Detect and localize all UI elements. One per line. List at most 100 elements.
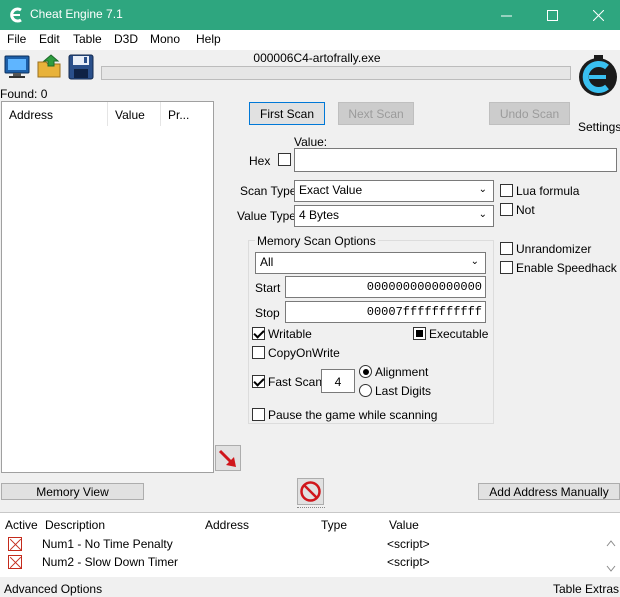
pause-game-label: Pause the game while scanning (268, 408, 438, 422)
computer-icon (4, 55, 30, 78)
column-header-active[interactable]: Active (5, 518, 38, 532)
memory-region-value: All (260, 255, 274, 269)
found-address-list[interactable]: Address Value Pr... (1, 101, 214, 473)
table-row-value[interactable]: <script> (387, 555, 430, 569)
menu-edit[interactable]: Edit (39, 32, 60, 46)
vertical-scrollbar[interactable] (603, 535, 619, 575)
window-title: Cheat Engine 7.1 (30, 7, 123, 21)
column-header-value[interactable]: Value (389, 518, 419, 532)
close-icon (592, 9, 604, 21)
stop-label: Stop (255, 306, 280, 320)
advanced-options-link[interactable]: Advanced Options (4, 582, 102, 596)
add-to-table-button[interactable] (215, 445, 241, 471)
scroll-arrows-icon (606, 540, 616, 572)
clear-table-button[interactable] (297, 478, 324, 505)
add-address-manually-button[interactable]: Add Address Manually (478, 483, 620, 500)
cheat-engine-logo-icon (10, 7, 22, 23)
undo-scan-button[interactable]: Undo Scan (489, 102, 570, 125)
column-header-type[interactable]: Type (321, 518, 347, 532)
last-digits-label: Last Digits (375, 384, 432, 398)
scan-progress-bar (101, 66, 571, 80)
open-folder-icon (37, 54, 61, 78)
open-file-button[interactable] (36, 53, 64, 81)
start-label: Start (255, 281, 281, 295)
column-header-description[interactable]: Description (45, 518, 105, 532)
select-process-button[interactable] (3, 53, 31, 81)
hex-label: Hex (249, 154, 271, 168)
value-type-label: Value Type (237, 209, 296, 223)
hex-checkbox[interactable] (278, 153, 291, 166)
table-row-value[interactable]: <script> (387, 537, 430, 551)
menu-help[interactable]: Help (196, 32, 221, 46)
lua-formula-checkbox[interactable] (500, 184, 513, 197)
lua-formula-label: Lua formula (516, 184, 580, 198)
not-label: Not (516, 203, 535, 217)
menu-d3d[interactable]: D3D (114, 32, 138, 46)
copy-on-write-label: CopyOnWrite (268, 346, 340, 360)
chevron-down-icon: ⌄ (478, 209, 487, 220)
minimize-icon (500, 15, 512, 16)
enable-speedhack-label: Enable Speedhack (516, 261, 617, 275)
menu-file[interactable]: File (7, 32, 26, 46)
active-checkbox-row-2[interactable] (8, 555, 22, 569)
maximize-icon (546, 9, 558, 21)
title-bar: Cheat Engine 7.1 (0, 0, 620, 30)
menu-table[interactable]: Table (73, 32, 102, 46)
unrandomizer-label: Unrandomizer (516, 242, 592, 256)
save-disk-icon (68, 54, 94, 80)
executable-checkbox[interactable] (413, 327, 426, 340)
status-bar: Advanced Options Table Extras (0, 578, 620, 597)
table-row-description[interactable]: Num1 - No Time Penalty (42, 537, 173, 551)
process-title: 000006C4-artofrally.exe (253, 51, 381, 65)
writable-label: Writable (268, 327, 312, 341)
menu-mono[interactable]: Mono (150, 32, 180, 46)
not-checkbox[interactable] (500, 203, 513, 216)
column-header-value[interactable]: Value (108, 102, 161, 126)
memory-view-button[interactable]: Memory View (1, 483, 144, 500)
unrandomizer-checkbox[interactable] (500, 242, 513, 255)
menu-bar: File Edit Table D3D Mono Help (0, 30, 620, 50)
memory-region-select[interactable]: All ⌄ (255, 252, 486, 274)
alignment-radio[interactable] (359, 365, 372, 378)
fast-scan-checkbox[interactable] (252, 375, 265, 388)
chevron-down-icon: ⌄ (478, 184, 487, 195)
ce-logo-button[interactable] (576, 50, 620, 102)
value-label: Value: (294, 135, 328, 149)
red-arrow-icon (218, 449, 236, 467)
found-count: Found: 0 (0, 87, 48, 101)
column-header-previous[interactable]: Pr... (161, 102, 213, 126)
splitter-handle[interactable] (297, 507, 325, 510)
chevron-down-icon: ⌄ (470, 256, 479, 267)
start-address-input[interactable]: 0000000000000000 (285, 276, 486, 298)
pause-game-checkbox[interactable] (252, 408, 265, 421)
last-digits-radio[interactable] (359, 384, 372, 397)
value-input[interactable] (294, 148, 617, 172)
save-button[interactable] (67, 53, 95, 81)
scan-type-select[interactable]: Exact Value ⌄ (294, 180, 494, 202)
table-extras-link[interactable]: Table Extras (553, 582, 619, 596)
minimize-button[interactable] (483, 0, 529, 30)
fast-scan-alignment-input[interactable]: 4 (321, 369, 355, 393)
table-row-description[interactable]: Num2 - Slow Down Timer (42, 555, 178, 569)
value-type-value: 4 Bytes (299, 208, 340, 222)
cheat-table[interactable]: Active Description Address Type Value Nu… (0, 512, 620, 577)
alignment-label: Alignment (375, 365, 429, 379)
column-header-address[interactable]: Address (205, 518, 249, 532)
stop-address-input[interactable]: 00007fffffffffff (285, 301, 486, 323)
enable-speedhack-checkbox[interactable] (500, 261, 513, 274)
copy-on-write-checkbox[interactable] (252, 346, 265, 359)
value-type-select[interactable]: 4 Bytes ⌄ (294, 205, 494, 227)
writable-checkbox[interactable] (252, 327, 265, 340)
column-header-address[interactable]: Address (2, 102, 108, 126)
maximize-button[interactable] (529, 0, 575, 30)
settings-link[interactable]: Settings (578, 120, 620, 134)
cheat-engine-logo-icon (579, 55, 617, 96)
active-checkbox-row-1[interactable] (8, 537, 22, 551)
first-scan-button[interactable]: First Scan (249, 102, 325, 125)
close-button[interactable] (575, 0, 620, 30)
fast-scan-label: Fast Scan (268, 375, 323, 389)
next-scan-button[interactable]: Next Scan (338, 102, 414, 125)
scan-type-value: Exact Value (299, 183, 363, 197)
scan-type-label: Scan Type (240, 184, 297, 198)
executable-label: Executable (429, 327, 489, 341)
